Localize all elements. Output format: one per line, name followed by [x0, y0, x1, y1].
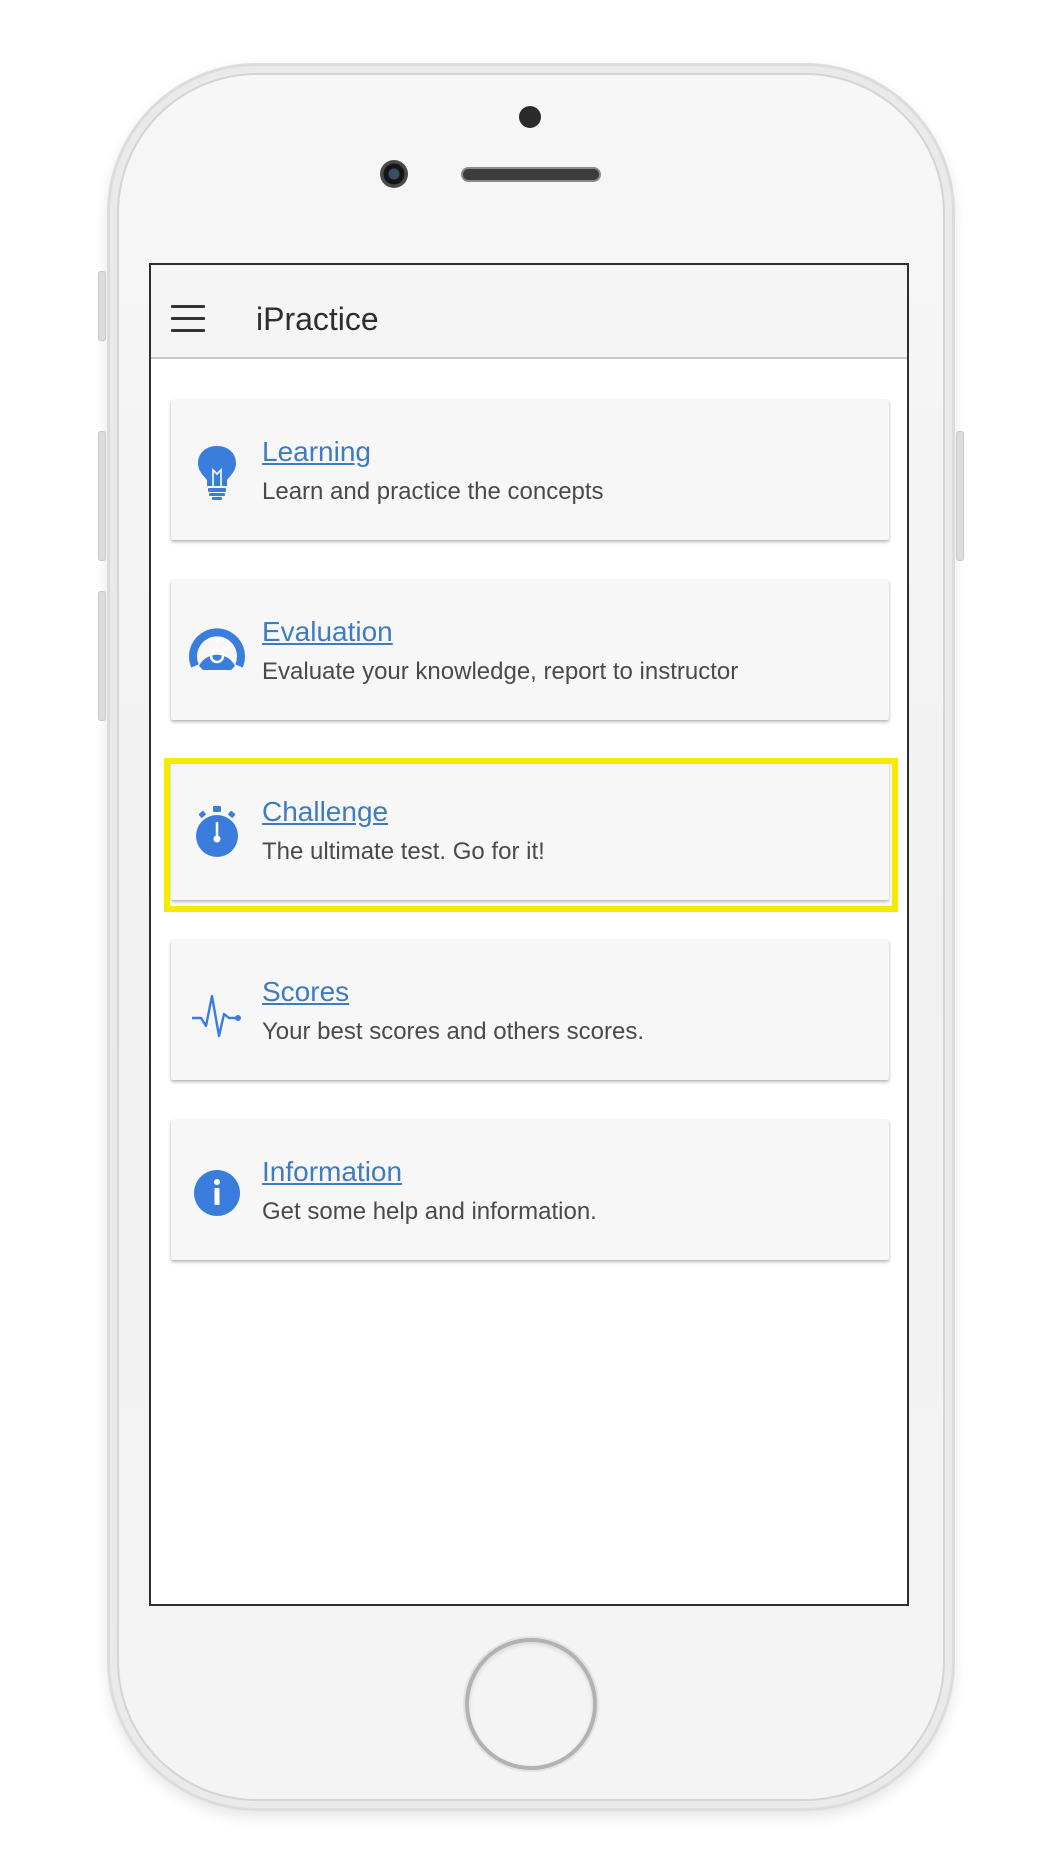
- menu-card-description: Evaluate your knowledge, report to instr…: [262, 658, 739, 685]
- app-screen: iPractice Learning Learn and practice th…: [149, 263, 909, 1606]
- stopwatch-icon: [196, 806, 238, 857]
- earpiece-speaker: [461, 167, 601, 182]
- front-camera: [380, 160, 408, 188]
- proximity-sensor: [519, 106, 541, 128]
- menu-card-title[interactable]: Learning: [262, 436, 371, 468]
- menu-card-title[interactable]: Scores: [262, 976, 349, 1008]
- menu-card-scores[interactable]: Scores Your best scores and others score…: [171, 940, 889, 1080]
- app-bar: iPractice: [151, 265, 907, 359]
- home-button[interactable]: [465, 1638, 597, 1770]
- pulse-icon: [192, 994, 241, 1038]
- menu-card-description: Your best scores and others scores.: [262, 1018, 644, 1045]
- info-icon: [194, 1170, 240, 1216]
- menu-card-title[interactable]: Information: [262, 1156, 402, 1188]
- volume-down-button: [98, 591, 106, 721]
- mute-switch: [98, 271, 106, 341]
- speedometer-icon: [189, 628, 245, 670]
- app-title: iPractice: [256, 301, 379, 337]
- volume-up-button: [98, 431, 106, 561]
- menu-card-description: Learn and practice the concepts: [262, 478, 604, 505]
- menu-card-challenge[interactable]: Challenge The ultimate test. Go for it!: [171, 760, 889, 900]
- menu-card-title[interactable]: Evaluation: [262, 616, 393, 648]
- menu-card-description: The ultimate test. Go for it!: [262, 838, 545, 865]
- menu-card-title[interactable]: Challenge: [262, 796, 388, 828]
- menu-card-information[interactable]: Information Get some help and informatio…: [171, 1120, 889, 1260]
- hamburger-menu-icon[interactable]: [171, 305, 205, 333]
- menu-card-learning[interactable]: Learning Learn and practice the concepts: [171, 400, 889, 540]
- lightbulb-icon: [198, 446, 236, 500]
- menu-card-description: Get some help and information.: [262, 1198, 597, 1225]
- menu-card-evaluation[interactable]: Evaluation Evaluate your knowledge, repo…: [171, 580, 889, 720]
- power-button: [956, 431, 964, 561]
